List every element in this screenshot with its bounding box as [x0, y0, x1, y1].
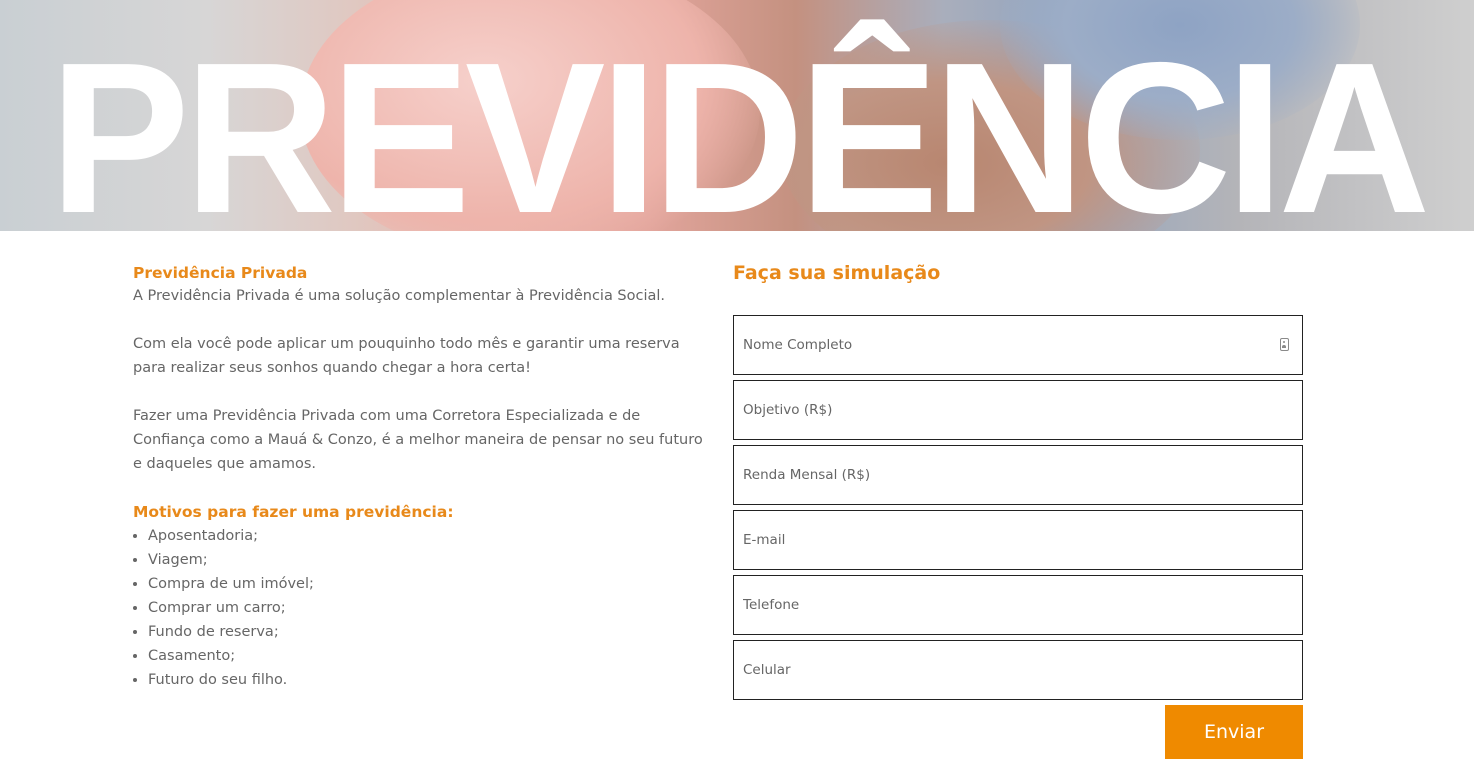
info-paragraph-3: Fazer uma Previdência Privada com uma Co…	[133, 408, 703, 472]
list-item: Compra de um imóvel;	[148, 572, 703, 596]
hero-title: PREVIDÊNCIA	[49, 17, 1430, 231]
info-heading: Previdência Privada	[133, 264, 308, 282]
reasons-list: Aposentadoria; Viagem; Compra de um imóv…	[133, 524, 703, 692]
list-item: Casamento;	[148, 644, 703, 668]
list-item: Fundo de reserva;	[148, 620, 703, 644]
cellphone-field-wrapper	[733, 640, 1303, 700]
submit-button[interactable]: Enviar	[1165, 705, 1303, 759]
monthly-income-input[interactable]	[734, 446, 1302, 504]
simulation-form: Faça sua simulação Enviar	[733, 258, 1303, 759]
form-title: Faça sua simulação	[733, 262, 941, 284]
info-section: Previdência Privada A Previdência Privad…	[133, 262, 703, 692]
email-field-wrapper	[733, 510, 1303, 570]
list-item: Futuro do seu filho.	[148, 668, 703, 692]
list-item: Aposentadoria;	[148, 524, 703, 548]
name-field-wrapper	[733, 315, 1303, 375]
info-paragraph-2: Com ela você pode aplicar um pouquinho t…	[133, 336, 680, 376]
list-item: Comprar um carro;	[148, 596, 703, 620]
objective-field-wrapper	[733, 380, 1303, 440]
income-field-wrapper	[733, 445, 1303, 505]
form-fields	[733, 315, 1303, 705]
phone-field-wrapper	[733, 575, 1303, 635]
full-name-input[interactable]	[734, 316, 1302, 374]
reasons-heading: Motivos para fazer uma previdência:	[133, 503, 454, 521]
contact-card-icon	[1280, 338, 1289, 351]
hero-banner: PREVIDÊNCIA	[0, 0, 1474, 231]
list-item: Viagem;	[148, 548, 703, 572]
phone-input[interactable]	[734, 576, 1302, 634]
objective-input[interactable]	[734, 381, 1302, 439]
cellphone-input[interactable]	[734, 641, 1302, 699]
email-input[interactable]	[734, 511, 1302, 569]
info-paragraph-1: A Previdência Privada é uma solução comp…	[133, 288, 666, 304]
